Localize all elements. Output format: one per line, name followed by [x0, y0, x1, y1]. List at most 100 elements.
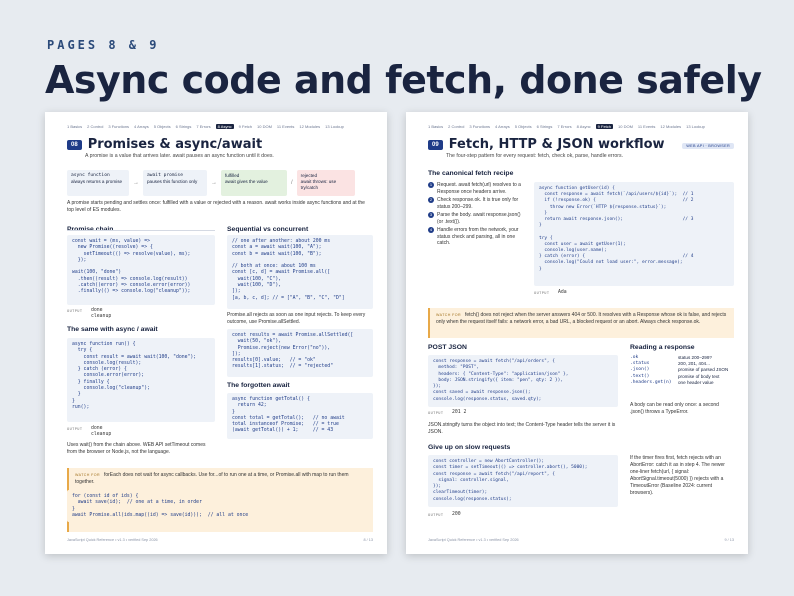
response-table: .ok status 200–299? .status 200, 201, 404.…	[630, 355, 734, 386]
nav-item[interactable]: 13 Lookup	[686, 124, 705, 129]
nav-item[interactable]: 12 Modules	[660, 124, 681, 129]
output-label: OUTPUT	[67, 309, 83, 313]
step-number: 3	[428, 212, 434, 218]
flow-rejected: rejected await throws: use try/catch	[296, 170, 355, 196]
fetch-recipe-code: async function getUser(id) { const respo…	[534, 182, 734, 286]
arrow-icon: →	[133, 180, 139, 186]
output-label: OUTPUT	[67, 427, 83, 431]
allsettled-code: const results = await Promise.allSettled…	[227, 329, 373, 377]
flow-text: pauses this function only	[147, 179, 198, 184]
nav-item[interactable]: 12 Modules	[299, 124, 320, 129]
step-item: 4 Handle errors from the network, your st…	[428, 227, 526, 247]
step-item: 2 Check response.ok. It is true only for …	[428, 197, 526, 210]
section-heading: 09 Fetch, HTTP & JSON workflow	[428, 137, 665, 152]
promise-chain-output: OUTPUT	[67, 308, 82, 315]
section-subtitle: A promise is a value that arrives later.…	[85, 153, 274, 159]
nav-item[interactable]: 3 Functions	[469, 124, 490, 129]
same-async-note: Uses wait() from the chain above. WEB AP…	[67, 442, 206, 455]
fetch-steps: 1 Request. await fetch(url) resolves to a…	[428, 182, 526, 249]
step-text: Check response.ok. It is true only for s…	[437, 197, 519, 210]
step-number: 4	[428, 227, 434, 233]
page-8: 1 Basics 2 Control 3 Functions 4 Arrays 5 Ob…	[45, 112, 387, 554]
nav-item[interactable]: 6 Strings	[176, 124, 192, 129]
nav-item[interactable]: 11 Events	[277, 124, 295, 129]
output-label: OUTPUT	[534, 291, 550, 295]
nav-item[interactable]: 8 Async	[577, 124, 591, 129]
slow-requests-code: const controller = new AbortController()…	[428, 455, 618, 507]
sequential-heading: Sequential vs concurrent	[227, 226, 309, 233]
sequential-note: Promise.all rejects as soon as one input…	[227, 312, 366, 325]
output-label: OUTPUT	[428, 411, 444, 415]
fetch-output-value: Ada	[558, 290, 567, 295]
nav-item[interactable]: 8 Async	[215, 124, 234, 129]
nav-item[interactable]: 1 Basics	[428, 124, 443, 129]
nav-item[interactable]: 7 Errors	[196, 124, 210, 129]
section-number: 08	[67, 139, 82, 150]
nav-item[interactable]: 2 Control	[448, 124, 464, 129]
warning-label: WATCH FOR	[75, 473, 100, 477]
same-async-output: OUTPUT	[67, 426, 82, 433]
post-output: OUTPUT	[428, 410, 443, 417]
slow-requests-heading: Give up on slow requests	[428, 444, 511, 451]
intro-text: A promise starts pending and settles onc…	[67, 200, 365, 213]
nav-item[interactable]: 9 Fetch	[239, 124, 252, 129]
response-value: one header value	[678, 379, 714, 385]
post-json-heading: POST JSON	[428, 344, 467, 351]
section-title: Promises & async/await	[87, 137, 263, 152]
reading-response-heading: Reading a response	[630, 344, 695, 351]
nav-item[interactable]: 10 DOM	[618, 124, 633, 129]
slow-output: OUTPUT	[428, 512, 443, 519]
nav-item[interactable]: 9 Fetch	[595, 124, 614, 129]
response-key: .headers.get(n)	[630, 379, 672, 385]
pages-kicker: PAGES 8 & 9	[47, 38, 160, 52]
fetch-output: OUTPUT	[534, 290, 549, 297]
page-footer: JavaScript Quick Reference • v1.3 • veri…	[428, 538, 734, 542]
nav-item[interactable]: 5 Objects	[154, 124, 171, 129]
warning-text: fetch() does not reject when the server …	[436, 312, 727, 325]
nav-item[interactable]: 11 Events	[638, 124, 656, 129]
nav-item[interactable]: 4 Arrays	[134, 124, 149, 129]
nav-item[interactable]: 7 Errors	[557, 124, 571, 129]
flow-text: await throws: use try/catch	[300, 179, 337, 190]
nav-item[interactable]: 6 Strings	[537, 124, 553, 129]
step-number: 2	[428, 197, 434, 203]
flow-async-function: async function always returns a promise	[67, 170, 129, 196]
page-footer: JavaScript Quick Reference • v1.3 • veri…	[67, 538, 373, 542]
page-number: 9 / 13	[724, 538, 735, 542]
nav-item[interactable]: 5 Objects	[515, 124, 532, 129]
arrow-icon: →	[211, 180, 217, 186]
divider	[67, 230, 215, 231]
flow-fulfilled: fulfilled await gives the value	[221, 170, 287, 196]
page-9: 1 Basics 2 Control 3 Functions 4 Arrays 5 Ob…	[406, 112, 748, 554]
same-async-heading: The same with async / await	[67, 326, 158, 333]
headline: Async code and fetch, done safely	[45, 58, 762, 102]
step-text: Request. await fetch(url) resolves to a …	[437, 182, 521, 195]
post-output-value: 201 2	[452, 410, 467, 415]
section-nav: 1 Basics 2 Control 3 Functions 4 Arrays 5 Ob…	[428, 124, 734, 129]
section-subtitle: The four-step pattern for every request:…	[446, 153, 624, 159]
flow-await-promise: await promise pauses this function only	[143, 170, 207, 196]
warning-label: WATCH FOR	[436, 313, 461, 317]
nav-item[interactable]: 2 Control	[87, 124, 103, 129]
slash-icon: /	[291, 180, 293, 186]
step-number: 1	[428, 182, 434, 188]
nav-item[interactable]: 1 Basics	[67, 124, 82, 129]
step-item: 3 Parse the body. await response.json() (…	[428, 212, 526, 225]
page-number: 8 / 13	[363, 538, 374, 542]
footer-version: JavaScript Quick Reference • v1.3 • veri…	[67, 538, 158, 542]
same-async-output-value: done cleanup	[91, 426, 112, 437]
nav-item[interactable]: 4 Arrays	[495, 124, 510, 129]
warning-text: forEach does not wait for async callback…	[75, 472, 349, 485]
nav-item[interactable]: 13 Lookup	[325, 124, 344, 129]
post-note: JSON.stringify turns the object into tex…	[428, 422, 616, 435]
promise-flow: async function always returns a promise …	[67, 170, 355, 196]
nav-item[interactable]: 3 Functions	[108, 124, 129, 129]
output-label: OUTPUT	[428, 513, 444, 517]
section-title: Fetch, HTTP & JSON workflow	[448, 137, 665, 152]
fetch-recipe-heading: The canonical fetch recipe	[428, 170, 514, 177]
nav-item[interactable]: 10 DOM	[257, 124, 272, 129]
post-json-code: const response = await fetch("/api/order…	[428, 355, 618, 407]
same-async-code: async function run() { try { const resul…	[67, 338, 215, 422]
step-text: Handle errors from the network, your sta…	[437, 227, 519, 246]
section-heading: 08 Promises & async/await	[67, 137, 262, 152]
